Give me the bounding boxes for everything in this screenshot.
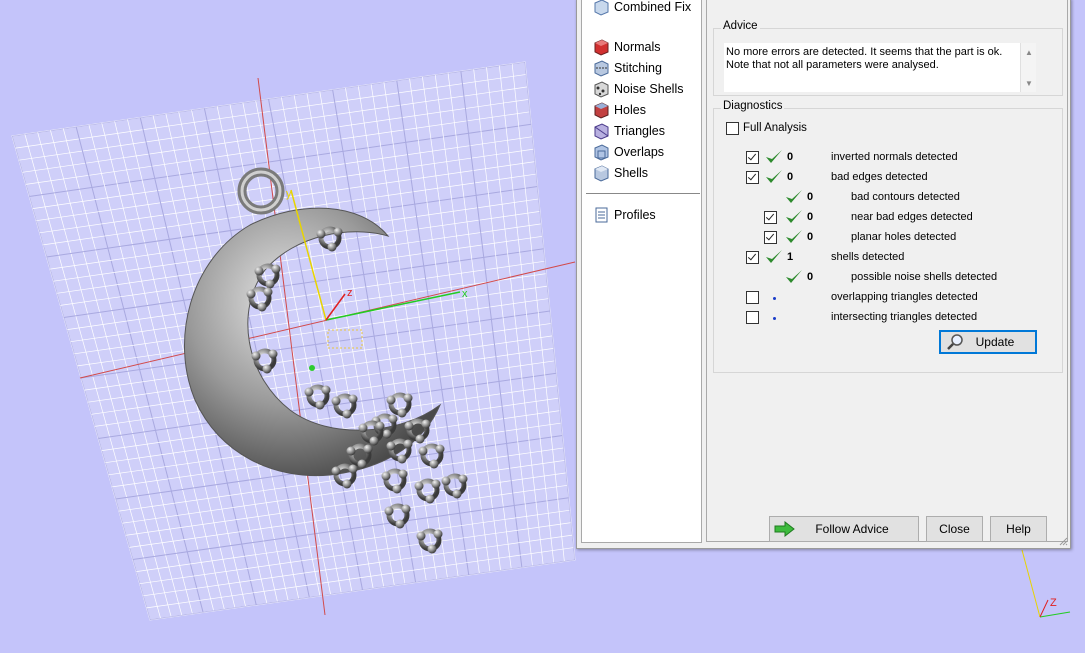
green-check-icon (786, 270, 802, 283)
green-check-icon (786, 210, 802, 223)
diagnostic-label: intersecting triangles detected (831, 311, 978, 323)
nav-item-normals[interactable]: Normals (592, 37, 661, 57)
follow-advice-button[interactable]: Follow Advice (769, 516, 919, 542)
diagnostic-label: shells detected (831, 251, 905, 263)
nav-item-noise-shells[interactable]: Noise Shells (592, 79, 683, 99)
overlaps-icon (592, 143, 610, 161)
pending-status-dot (773, 297, 776, 300)
diagnostic-label: possible noise shells detected (851, 271, 998, 283)
help-button[interactable]: Help (990, 516, 1047, 542)
repair-dialog: Combined Fix Normals Stitching Noise She… (576, 0, 1071, 549)
diagnostic-row-checkbox[interactable] (746, 151, 759, 164)
nav-item-combined-fix[interactable]: Combined Fix (592, 0, 691, 17)
shells-icon (592, 164, 610, 182)
diagnostic-label: near bad edges detected (851, 211, 973, 223)
repair-nav-panel: Combined Fix Normals Stitching Noise She… (581, 0, 702, 543)
diagnostic-count: 0 (787, 171, 794, 183)
help-label: Help (1006, 522, 1031, 536)
resize-grip-icon[interactable] (1058, 536, 1068, 546)
close-button[interactable]: Close (926, 516, 983, 542)
magnifier-icon (947, 334, 963, 350)
diagnostic-label: planar holes detected (851, 231, 957, 243)
diagnostic-count: 0 (807, 211, 814, 223)
nav-item-overlaps[interactable]: Overlaps (592, 142, 664, 162)
scroll-up-icon[interactable]: ▲ (1025, 46, 1033, 59)
green-check-icon (766, 170, 782, 183)
combined-fix-icon (592, 0, 610, 16)
diagnostic-label: inverted normals detected (831, 151, 958, 163)
diagnostic-count: 0 (807, 271, 814, 283)
diagnostic-row-checkbox[interactable] (746, 171, 759, 184)
nav-item-holes[interactable]: Holes (592, 100, 646, 120)
y-axis-label: y (286, 188, 292, 200)
noise-shells-icon (592, 80, 610, 98)
nav-item-profiles[interactable]: Profiles (592, 205, 656, 225)
advice-text-box: No more errors are detected. It seems th… (724, 43, 1036, 92)
green-check-icon (766, 250, 782, 263)
diagnostic-count: 0 (787, 151, 794, 163)
update-button[interactable]: Update (939, 330, 1037, 354)
green-check-icon (766, 150, 782, 163)
pending-status-dot (773, 317, 776, 320)
diagnostic-label: overlapping triangles detected (831, 291, 978, 303)
diagnostic-label: bad edges detected (831, 171, 928, 183)
scroll-down-icon[interactable]: ▼ (1025, 77, 1033, 90)
follow-advice-label: Follow Advice (815, 522, 889, 536)
normals-icon (592, 38, 610, 56)
nav-item-stitching[interactable]: Stitching (592, 58, 662, 78)
nav-item-shells[interactable]: Shells (592, 163, 648, 183)
update-label: Update (975, 335, 1015, 349)
diagnostic-row-checkbox[interactable] (746, 251, 759, 264)
nav-separator (586, 193, 700, 194)
advice-legend: Advice (721, 20, 760, 32)
diagnostics-legend: Diagnostics (721, 100, 785, 112)
green-check-icon (786, 230, 802, 243)
advice-text-line-2: Note that not all parameters were analys… (726, 59, 939, 71)
diagnostic-label: bad contours detected (851, 191, 960, 203)
nav-item-triangles[interactable]: Triangles (592, 121, 665, 141)
advice-scrollbar[interactable]: ▲ ▼ (1020, 43, 1036, 92)
full-analysis-checkbox[interactable] (726, 122, 739, 135)
advice-group: Advice No more errors are detected. It s… (713, 20, 1063, 96)
diagnostics-group: Diagnostics Full Analysis 0 inverted norm… (713, 100, 1063, 373)
diagnostic-count: 0 (807, 191, 814, 203)
green-check-icon (786, 190, 802, 203)
diagnostic-row-checkbox[interactable] (764, 231, 777, 244)
diagnostic-row-checkbox[interactable] (764, 211, 777, 224)
full-analysis-label: Full Analysis (743, 122, 807, 134)
diagnostic-row-checkbox[interactable] (746, 291, 759, 304)
close-label: Close (939, 522, 970, 536)
diagnostic-count: 0 (807, 231, 814, 243)
z-axis-label: z (347, 287, 353, 299)
corner-z-label: Z (1050, 597, 1057, 609)
green-marker-dot (309, 365, 315, 371)
diagnostic-count: 1 (787, 251, 794, 263)
triangles-icon (592, 122, 610, 140)
repair-content-panel: Advice No more errors are detected. It s… (706, 0, 1068, 542)
diagnostic-row-checkbox[interactable] (746, 311, 759, 324)
stitching-icon (592, 59, 610, 77)
holes-icon (592, 101, 610, 119)
profiles-icon (592, 206, 610, 224)
advice-text-line-1: No more errors are detected. It seems th… (726, 46, 1003, 58)
x-axis-label: x (462, 288, 468, 300)
green-arrow-icon (774, 521, 795, 537)
